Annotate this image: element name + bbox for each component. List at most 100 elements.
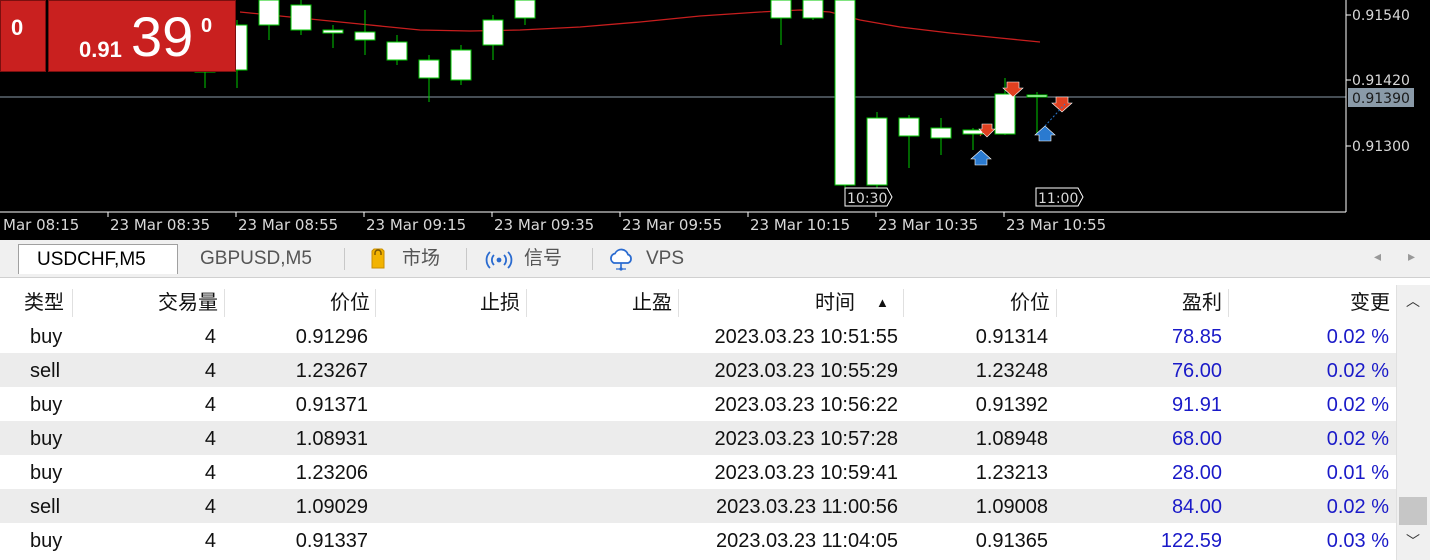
sort-ascending-icon: ▲ — [876, 295, 889, 310]
sell-one-click-button[interactable]: 0 — [0, 0, 46, 72]
price-chart[interactable]: 0.91540 0.91420 0.91300 0.91390 Mar 08:1… — [0, 0, 1430, 240]
cell-take-profit — [530, 353, 670, 387]
column-header-take-profit[interactable]: 止盈 — [530, 285, 672, 319]
column-header-time[interactable]: 时间 — [700, 285, 855, 319]
cell-current-price: 1.08948 — [975, 428, 1048, 450]
cell-time: 2023.03.23 10:59:41 — [714, 462, 898, 484]
price-axis-label: 0.91300 — [1352, 139, 1410, 155]
tab-market[interactable]: 市场 — [352, 244, 458, 274]
table-row[interactable]: sell 4 1.09029 2023.03.23 11:00:56 1.09008 84… — [0, 489, 1396, 523]
cell-profit: 76.00 — [1171, 360, 1222, 382]
cell-profit: 91.91 — [1171, 394, 1222, 416]
table-scrollbar[interactable]: ︿ ﹀ — [1396, 285, 1430, 560]
cell-type: buy — [30, 462, 63, 484]
candle-body — [386, 41, 408, 61]
tab-separator — [592, 248, 593, 270]
cell-volume: 4 — [204, 428, 216, 450]
scroll-tabs-right-icon[interactable]: ▸ — [1408, 248, 1415, 265]
price-prefix: 0.91 — [79, 37, 122, 62]
cell-take-profit — [530, 489, 670, 523]
cell-change: 0.02 % — [1326, 496, 1389, 518]
cell-open-price: 1.23206 — [295, 462, 368, 484]
cell-take-profit — [530, 455, 670, 489]
time-axis-label: 23 Mar 09:35 — [494, 216, 594, 234]
column-header-type[interactable]: 类型 — [24, 285, 64, 319]
column-header-profit[interactable]: 盈利 — [1060, 285, 1222, 319]
tab-separator — [466, 248, 467, 270]
candle-body — [258, 0, 280, 26]
time-axis-label: 23 Mar 10:55 — [1006, 216, 1106, 234]
column-header-current-price[interactable]: 价位 — [910, 285, 1050, 319]
table-row[interactable]: buy 4 1.23206 2023.03.23 10:59:41 1.23213 28.… — [0, 455, 1396, 489]
column-header-volume[interactable]: 交易量 — [80, 285, 218, 319]
signal-broadcast-icon — [485, 251, 513, 269]
buy-one-click-button[interactable]: 0.91 39 0 — [48, 0, 236, 72]
cell-stop-loss — [380, 489, 518, 523]
cell-stop-loss — [380, 353, 518, 387]
price-axis: 0.91540 0.91420 0.91300 0.91390 — [1346, 8, 1414, 155]
table-row[interactable]: buy 4 0.91371 2023.03.23 10:56:22 0.91392 91.… — [0, 387, 1396, 421]
column-header-open-price[interactable]: 价位 — [230, 285, 370, 319]
scrollbar-thumb[interactable] — [1399, 497, 1427, 525]
tab-signals[interactable]: 信号 — [474, 244, 586, 274]
cell-open-price: 0.91296 — [295, 326, 368, 348]
table-row[interactable]: buy 4 1.08931 2023.03.23 10:57:28 1.08948 68.… — [0, 421, 1396, 455]
column-header-stop-loss[interactable]: 止损 — [380, 285, 520, 319]
candle-body — [418, 59, 440, 79]
candle-body — [962, 129, 984, 135]
scroll-tabs-left-icon[interactable]: ◂ — [1374, 248, 1381, 265]
candle-body — [866, 117, 888, 186]
cell-volume: 4 — [204, 394, 216, 416]
cell-change: 0.02 % — [1326, 326, 1389, 348]
cell-time: 2023.03.23 11:00:56 — [715, 496, 898, 518]
cell-type: sell — [30, 360, 61, 382]
cell-volume: 4 — [204, 326, 216, 348]
cell-volume: 4 — [204, 530, 216, 552]
cell-current-price: 0.91392 — [975, 394, 1048, 416]
current-price-label: 0.91390 — [1352, 91, 1410, 107]
sell-arrow-icon — [1051, 96, 1073, 113]
cell-type: buy — [30, 394, 63, 416]
tab-gbpusd-m5[interactable]: GBPUSD,M5 — [186, 244, 336, 274]
scroll-up-icon[interactable]: ︿ — [1406, 291, 1420, 311]
cell-type: buy — [30, 326, 63, 348]
table-row[interactable]: buy 4 0.91337 2023.03.23 11:04:05 0.91365 122… — [0, 523, 1396, 557]
table-row[interactable]: sell 4 1.23267 2023.03.23 10:55:29 1.23248 76… — [0, 353, 1396, 387]
cell-time: 2023.03.23 10:51:55 — [714, 326, 898, 348]
session-marker: 11:00 — [1035, 187, 1084, 207]
time-axis-label: 23 Mar 09:15 — [366, 216, 466, 234]
cell-take-profit — [530, 421, 670, 455]
tab-label: 市场 — [402, 248, 441, 269]
candle-body — [898, 117, 920, 137]
table-header-row: 类型 交易量 价位 止损 止盈 时间 ▲ 价位 盈利 变更 — [0, 285, 1396, 319]
price-big-digits: 39 — [131, 5, 194, 68]
candle-body — [834, 0, 856, 186]
cell-stop-loss — [380, 455, 518, 489]
cell-time: 2023.03.23 10:56:22 — [714, 394, 898, 416]
cell-volume: 4 — [204, 360, 216, 382]
candle-body — [290, 4, 312, 31]
tab-vps[interactable]: VPS — [600, 244, 700, 274]
cell-volume: 4 — [204, 462, 216, 484]
time-axis-label: 23 Mar 10:35 — [878, 216, 978, 234]
scroll-down-icon[interactable]: ﹀ — [1406, 531, 1420, 551]
cell-time: 2023.03.23 10:57:28 — [714, 428, 898, 450]
time-axis: Mar 08:15 23 Mar 08:35 23 Mar 08:55 23 M… — [3, 212, 1106, 234]
cell-stop-loss — [380, 421, 518, 455]
cell-profit: 68.00 — [1171, 428, 1222, 450]
cell-time: 2023.03.23 11:04:05 — [715, 530, 898, 552]
cell-volume: 4 — [204, 496, 216, 518]
cell-change: 0.02 % — [1326, 360, 1389, 382]
table-row[interactable]: buy 4 0.91296 2023.03.23 10:51:55 0.91314 78.… — [0, 319, 1396, 353]
tab-label: USDCHF,M5 — [37, 249, 146, 270]
cell-change: 0.02 % — [1326, 394, 1389, 416]
tab-usdchf-m5[interactable]: USDCHF,M5 — [18, 244, 178, 274]
cell-open-price: 1.09029 — [295, 496, 368, 518]
cell-current-price: 1.23248 — [975, 360, 1048, 382]
cell-stop-loss — [380, 319, 518, 353]
candle-body — [514, 0, 536, 19]
column-header-change[interactable]: 变更 — [1232, 285, 1390, 319]
cell-type: sell — [30, 496, 61, 518]
cell-open-price: 0.91337 — [295, 530, 368, 552]
cell-time: 2023.03.23 10:55:29 — [714, 360, 898, 382]
